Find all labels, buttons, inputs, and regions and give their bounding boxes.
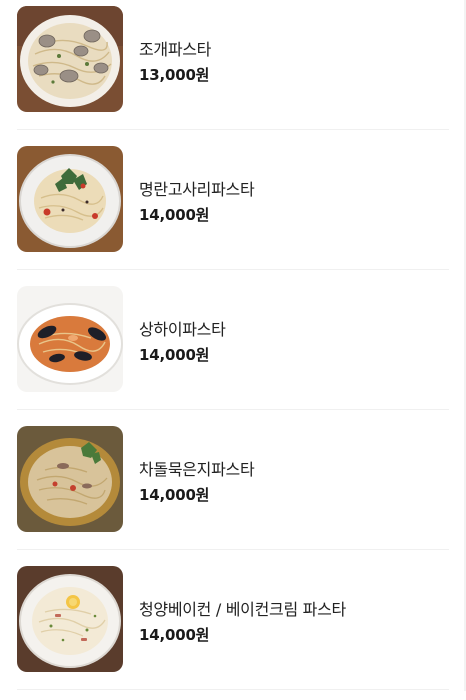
menu-item-shanghai-pasta[interactable]: 상하이파스타 14,000원 [0, 280, 466, 420]
menu-item-brisket-kimchi-pasta[interactable]: 차돌묵은지파스타 14,000원 [0, 420, 466, 560]
menu-item-price: 14,000원 [139, 486, 210, 504]
divider [17, 409, 449, 410]
divider [17, 269, 449, 270]
shanghai-pasta-photo [17, 286, 123, 392]
menu-item-name: 상하이파스타 [139, 320, 226, 339]
menu-item-clam-pasta[interactable]: 조개파스타 13,000원 [0, 0, 466, 140]
divider [17, 549, 449, 550]
menu-item-name: 청양베이컨 / 베이컨크림 파스타 [139, 600, 346, 619]
pollock-roe-fern-pasta-photo [17, 146, 123, 252]
clam-pasta-photo [17, 6, 123, 112]
menu-item-pollock-roe-fern-pasta[interactable]: 명란고사리파스타 14,000원 [0, 140, 466, 280]
menu-item-name: 차돌묵은지파스타 [139, 460, 255, 479]
menu-item-price: 14,000원 [139, 626, 210, 644]
divider [17, 129, 449, 130]
menu-item-name: 조개파스타 [139, 40, 212, 59]
brisket-kimchi-pasta-photo [17, 426, 123, 532]
menu-item-price: 13,000원 [139, 66, 210, 84]
menu-list: 조개파스타 13,000원 명란고사리파스타 14,000원 상하이파스타 14… [0, 0, 466, 700]
menu-item-price: 14,000원 [139, 346, 210, 364]
divider [17, 689, 449, 690]
bacon-cream-pasta-photo [17, 566, 123, 672]
menu-item-name: 명란고사리파스타 [139, 180, 255, 199]
menu-item-bacon-cream-pasta[interactable]: 청양베이컨 / 베이컨크림 파스타 14,000원 [0, 560, 466, 700]
menu-item-price: 14,000원 [139, 206, 210, 224]
